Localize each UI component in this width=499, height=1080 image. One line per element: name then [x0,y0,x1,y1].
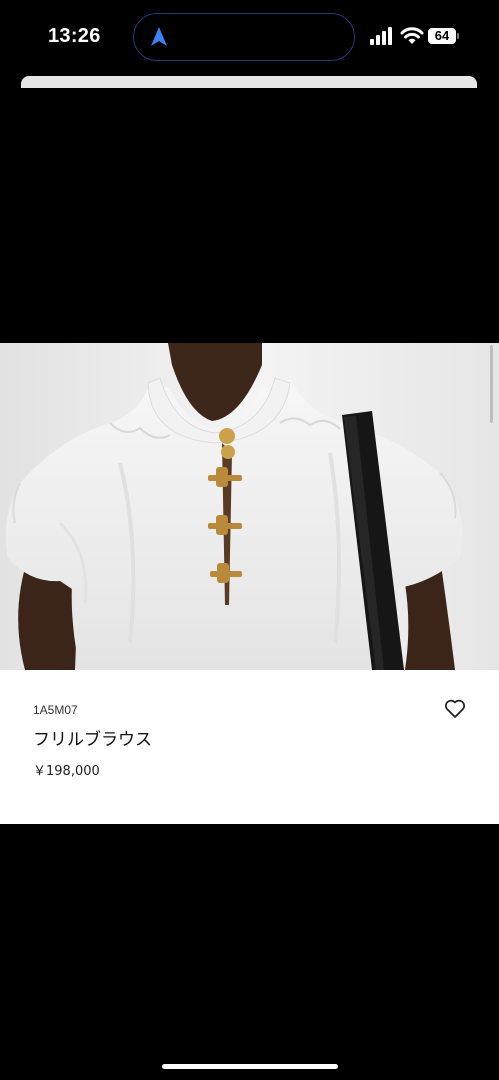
home-indicator[interactable] [162,1064,338,1069]
product-name: フリルブラウス [33,730,152,750]
sheet-top-edge [21,76,477,88]
navigation-arrow-icon [150,26,168,52]
product-info-card: 1A5M07 フリルブラウス ￥198,000 [0,670,499,824]
battery-icon: 64 [428,28,456,44]
cellular-signal-icon [370,26,396,50]
product-sku: 1A5M07 [33,703,78,717]
wifi-icon [400,26,424,50]
product-price: ￥198,000 [33,764,100,779]
status-bar: 13:26 64 [0,0,499,76]
dynamic-island[interactable] [133,13,355,61]
battery-tip [457,33,459,39]
heart-outline-icon[interactable] [444,699,466,723]
product-image[interactable] [0,343,499,670]
image-scroll-indicator[interactable] [490,345,493,423]
status-time: 13:26 [48,25,101,47]
